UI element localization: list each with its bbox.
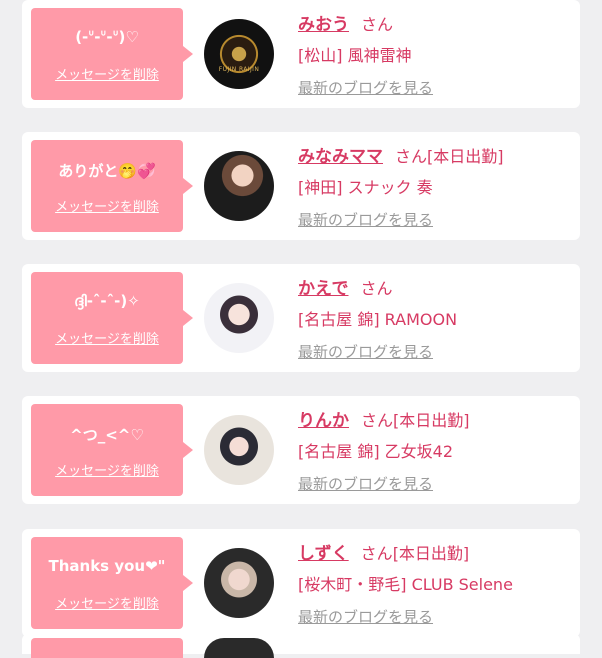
latest-blog-link[interactable]: 最新のブログを見る: [298, 209, 433, 230]
message-text: ദ്ദി-ˆ-ˆ-)✧: [74, 292, 140, 310]
message-card: ありがと🤭💞 メッセージを削除 みなみママ さん[本日出勤] [神田] スナック …: [22, 132, 580, 240]
avatar[interactable]: [204, 415, 274, 485]
cast-name-link[interactable]: かえで: [298, 279, 349, 299]
latest-blog-link[interactable]: 最新のブログを見る: [298, 473, 433, 494]
cast-name-link[interactable]: みおう: [298, 15, 349, 35]
avatar[interactable]: [204, 638, 274, 658]
status-badge: [本日出勤]: [393, 411, 470, 430]
avatar[interactable]: [204, 151, 274, 221]
honorific: さん: [360, 544, 393, 563]
cast-name-link[interactable]: しずく: [298, 544, 349, 564]
avatar-logo-text: FUJIN RAIJIN: [218, 66, 260, 73]
message-bubble: ありがと🤭💞 メッセージを削除: [31, 140, 193, 232]
message-card: ^つ_<^♡ メッセージを削除 りんか さん[本日出勤] [名古屋 錦] 乙女坂4…: [22, 396, 580, 504]
message-text: (-ᐡ-ᐡ-ᐡ)♡: [75, 28, 139, 46]
name-row: かえで さん: [298, 274, 393, 299]
latest-blog-link[interactable]: 最新のブログを見る: [298, 341, 433, 362]
delete-message-link[interactable]: メッセージを削除: [31, 196, 183, 215]
message-text: ありがと🤭💞: [58, 162, 156, 180]
name-row: しずく さん[本日出勤]: [298, 539, 469, 564]
message-bubble: ^つ_<^♡ メッセージを削除: [31, 404, 193, 496]
avatar[interactable]: FUJIN RAIJIN: [204, 19, 274, 89]
message-text: ^つ_<^♡: [70, 426, 144, 444]
honorific: さん: [361, 411, 394, 430]
message-card: (-ᐡ-ᐡ-ᐡ)♡ メッセージを削除 FUJIN RAIJIN みおう さん [松…: [22, 0, 580, 108]
message-card-partial: [22, 634, 580, 658]
shop-name: [松山] 風神雷神: [298, 46, 412, 65]
delete-message-link[interactable]: メッセージを削除: [31, 593, 183, 612]
latest-blog-link[interactable]: 最新のブログを見る: [298, 606, 433, 627]
message-bubble: ദ്ദി-ˆ-ˆ-)✧ メッセージを削除: [31, 272, 193, 364]
message-card: Thanks you❤" メッセージを削除 しずく さん[本日出勤] [桜木町・野…: [22, 529, 580, 637]
message-card: ദ്ദി-ˆ-ˆ-)✧ メッセージを削除 かえで さん [名古屋 錦] RAMOO…: [22, 264, 580, 372]
avatar[interactable]: [204, 548, 274, 618]
message-text: Thanks you❤": [48, 557, 166, 575]
message-bubble: Thanks you❤" メッセージを削除: [31, 537, 193, 629]
cast-name-link[interactable]: みなみママ: [298, 147, 383, 167]
honorific: さん: [361, 15, 394, 34]
delete-message-link[interactable]: メッセージを削除: [31, 460, 183, 479]
name-row: みなみママ さん[本日出勤]: [298, 142, 504, 167]
avatar[interactable]: [204, 283, 274, 353]
message-bubble: (-ᐡ-ᐡ-ᐡ)♡ メッセージを削除: [31, 8, 193, 100]
delete-message-link[interactable]: メッセージを削除: [31, 64, 183, 83]
shop-name: [名古屋 錦] RAMOON: [298, 310, 458, 329]
name-row: みおう さん: [298, 10, 393, 35]
honorific: さん: [395, 147, 428, 166]
delete-message-link[interactable]: メッセージを削除: [31, 328, 183, 347]
cast-name-link[interactable]: りんか: [298, 411, 349, 431]
shop-name: [神田] スナック 奏: [298, 178, 433, 197]
latest-blog-link[interactable]: 最新のブログを見る: [298, 77, 433, 98]
message-bubble: [31, 638, 183, 658]
status-badge: [本日出勤]: [427, 147, 504, 166]
honorific: さん: [360, 279, 393, 298]
shop-name: [名古屋 錦] 乙女坂42: [298, 442, 454, 461]
shop-name: [桜木町・野毛] CLUB Selene: [298, 575, 513, 594]
name-row: りんか さん[本日出勤]: [298, 406, 470, 431]
status-badge: [本日出勤]: [392, 544, 470, 563]
